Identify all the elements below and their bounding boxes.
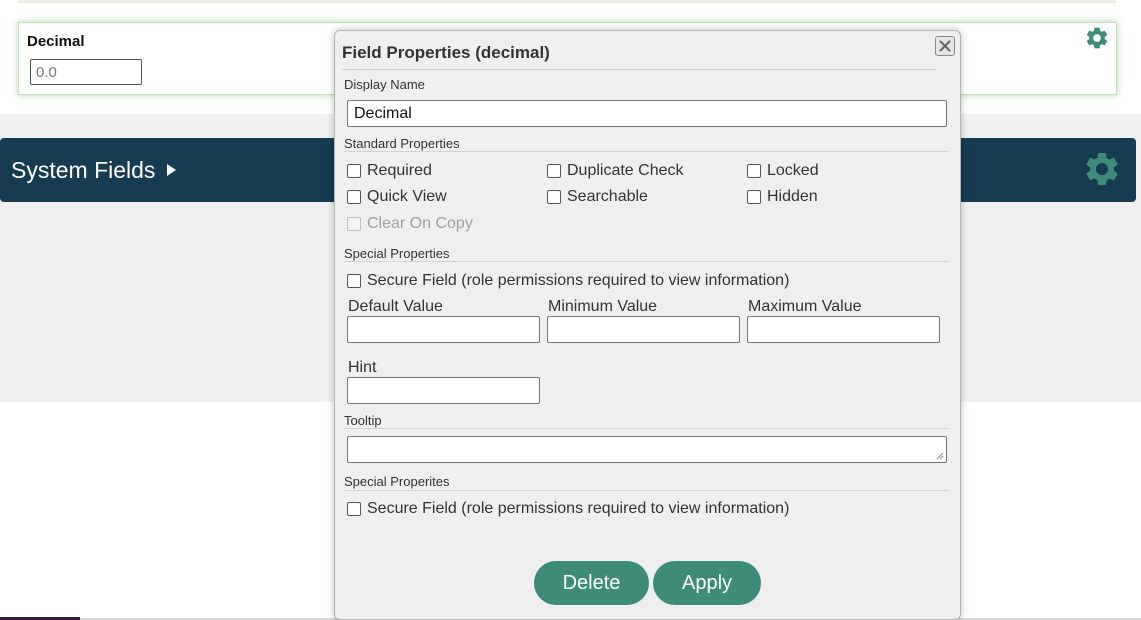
default-value-input[interactable] xyxy=(347,316,540,343)
duplicate-check-label: Duplicate Check xyxy=(567,162,684,179)
checkbox-box[interactable] xyxy=(347,502,361,516)
clear-on-copy-checkbox: Clear On Copy xyxy=(347,215,473,233)
hint-label: Hint xyxy=(348,359,377,376)
title-divider xyxy=(342,69,936,70)
locked-label: Locked xyxy=(767,162,819,179)
tooltip-textarea[interactable] xyxy=(347,436,947,463)
checkbox-box[interactable] xyxy=(547,164,561,178)
secure-field-checkbox-2[interactable]: Secure Field (role permissions required … xyxy=(347,500,789,518)
maximum-value-label: Maximum Value xyxy=(748,298,862,315)
clear-on-copy-label: Clear On Copy xyxy=(367,215,473,232)
searchable-checkbox[interactable]: Searchable xyxy=(547,188,648,206)
close-icon[interactable] xyxy=(935,36,955,56)
checkbox-box-disabled xyxy=(347,217,361,231)
previous-field-card-edge xyxy=(18,0,1116,3)
secure-field-label-2: Secure Field (role permissions required … xyxy=(367,500,790,517)
apply-button[interactable]: Apply xyxy=(653,561,761,605)
checkbox-box[interactable] xyxy=(347,164,361,178)
gear-icon[interactable] xyxy=(1082,149,1122,189)
minimum-value-label: Minimum Value xyxy=(548,298,658,315)
checkbox-box[interactable] xyxy=(747,190,761,204)
quick-view-checkbox[interactable]: Quick View xyxy=(347,188,447,206)
searchable-label: Searchable xyxy=(567,188,648,205)
system-fields-title: System Fields xyxy=(11,157,156,183)
display-name-label: Display Name xyxy=(344,77,425,92)
delete-button[interactable]: Delete xyxy=(534,561,649,605)
field-properties-dialog: Field Properties (decimal) Display Name … xyxy=(334,30,961,620)
checkbox-box[interactable] xyxy=(747,164,761,178)
checkbox-box[interactable] xyxy=(547,190,561,204)
maximum-value-input[interactable] xyxy=(747,316,940,343)
special-properites-label: Special Properites xyxy=(344,474,450,489)
checkbox-box[interactable] xyxy=(347,274,361,288)
resize-grip-icon[interactable] xyxy=(936,452,944,460)
default-value-label: Default Value xyxy=(348,298,443,315)
tooltip-divider xyxy=(344,428,949,429)
duplicate-check-checkbox[interactable]: Duplicate Check xyxy=(547,162,684,180)
secure-field-label: Secure Field (role permissions required … xyxy=(367,272,790,289)
decimal-field-input[interactable] xyxy=(30,59,142,85)
hidden-checkbox[interactable]: Hidden xyxy=(747,188,818,206)
hidden-label: Hidden xyxy=(767,188,818,205)
standard-properties-divider xyxy=(344,151,949,152)
hint-input[interactable] xyxy=(347,377,540,404)
tooltip-label: Tooltip xyxy=(344,413,382,428)
caret-right-icon[interactable] xyxy=(167,164,176,176)
checkbox-box[interactable] xyxy=(347,190,361,204)
locked-checkbox[interactable]: Locked xyxy=(747,162,819,180)
special-properites-divider xyxy=(344,490,949,491)
gear-icon[interactable] xyxy=(1084,25,1110,51)
secure-field-checkbox[interactable]: Secure Field (role permissions required … xyxy=(347,272,789,290)
special-properties-label: Special Properties xyxy=(344,246,450,261)
quick-view-label: Quick View xyxy=(367,188,447,205)
minimum-value-input[interactable] xyxy=(547,316,740,343)
required-label: Required xyxy=(367,162,432,179)
required-checkbox[interactable]: Required xyxy=(347,162,432,180)
dialog-title: Field Properties (decimal) xyxy=(342,43,550,62)
decimal-field-label: Decimal xyxy=(27,33,85,50)
special-properties-divider xyxy=(344,261,949,262)
display-name-input[interactable] xyxy=(347,100,947,127)
standard-properties-label: Standard Properties xyxy=(344,136,460,151)
